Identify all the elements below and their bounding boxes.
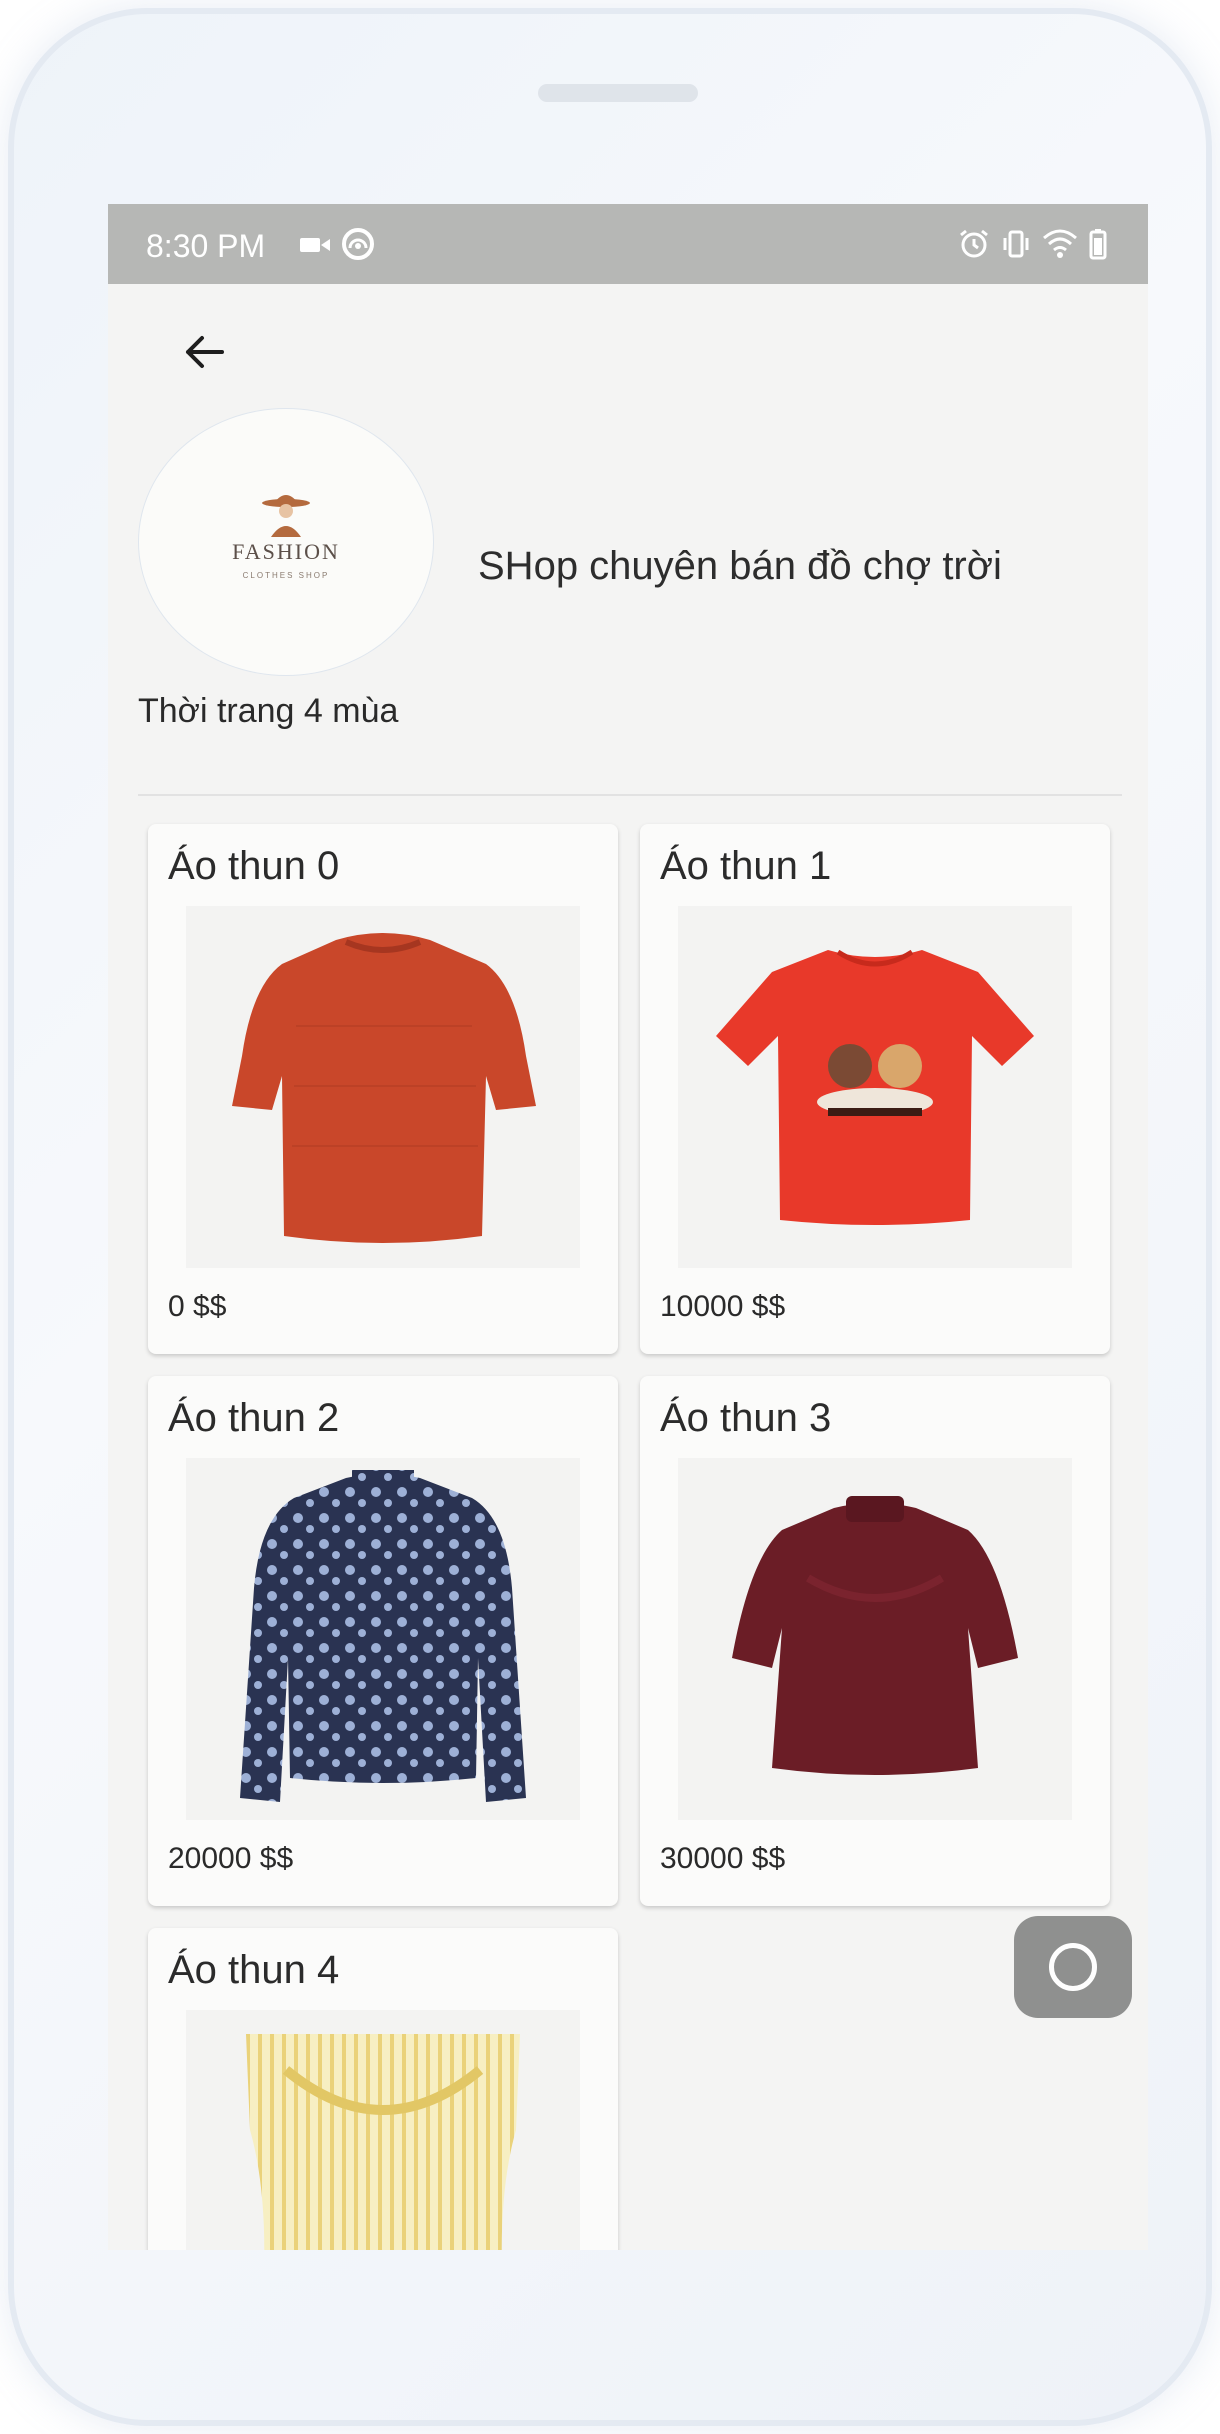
back-button[interactable] [168, 316, 240, 388]
orange-knit-top-image [232, 933, 536, 1243]
product-title: Áo thun 2 [168, 1396, 340, 1440]
product-card[interactable]: Áo thun 1 10000 $$ [640, 824, 1110, 1354]
wifi-icon [1043, 229, 1077, 258]
status-time: 8:30 PM [146, 228, 266, 264]
shop-logo: FASHION CLOTHES SHOP [138, 408, 434, 676]
shop-name: Thời trang 4 mùa [138, 692, 399, 730]
status-icons [958, 224, 1108, 264]
product-title: Áo thun 3 [660, 1396, 832, 1440]
product-price: 30000 $$ [660, 1842, 786, 1875]
product-price: 0 $$ [168, 1290, 227, 1323]
product-card[interactable]: Áo thun 4 [148, 1928, 618, 2250]
product-title: Áo thun 1 [660, 844, 832, 888]
product-card[interactable]: Áo thun 2 20000 $$ [148, 1376, 618, 1906]
arrow-left-icon [186, 336, 224, 368]
red-graphic-tshirt-image [716, 949, 1034, 1225]
product-price: 20000 $$ [168, 1842, 294, 1875]
product-image [678, 906, 1072, 1268]
logo-text: FASHION [232, 539, 340, 564]
status-bar: 8:30 PM [108, 204, 1148, 284]
phone-speaker [538, 84, 698, 102]
product-image [186, 1458, 580, 1820]
product-card[interactable]: Áo thun 3 30000 $$ [640, 1376, 1110, 1906]
logo-subtext: CLOTHES SHOP [242, 571, 330, 580]
app-screen: 8:30 PM FASHION CLOTHES SHOP SHop chuyên… [108, 204, 1148, 2250]
yellow-striped-ruffle-top-image [246, 2034, 520, 2250]
cast-icon [342, 228, 374, 260]
divider [138, 794, 1122, 796]
product-image [678, 1458, 1072, 1820]
vibrate-icon [1003, 230, 1029, 258]
navy-floral-long-sleeve-image [240, 1470, 526, 1802]
circle-home-icon [1049, 1943, 1097, 1991]
home-floating-button[interactable] [1014, 1916, 1132, 2018]
video-camera-icon [300, 238, 330, 252]
battery-icon [1089, 229, 1107, 260]
shop-description: SHop chuyên bán đồ chợ trời [478, 544, 1002, 588]
hat-woman-icon [262, 495, 310, 537]
product-price: 10000 $$ [660, 1290, 786, 1323]
phone-frame: 8:30 PM FASHION CLOTHES SHOP SHop chuyên… [8, 8, 1212, 2426]
product-image [186, 906, 580, 1268]
product-title: Áo thun 0 [168, 844, 340, 888]
burgundy-velvet-top-image [732, 1496, 1018, 1775]
product-card[interactable]: Áo thun 0 0 $$ [148, 824, 618, 1354]
product-image [186, 2010, 580, 2250]
product-title: Áo thun 4 [168, 1948, 340, 1992]
alarm-icon [960, 229, 988, 258]
